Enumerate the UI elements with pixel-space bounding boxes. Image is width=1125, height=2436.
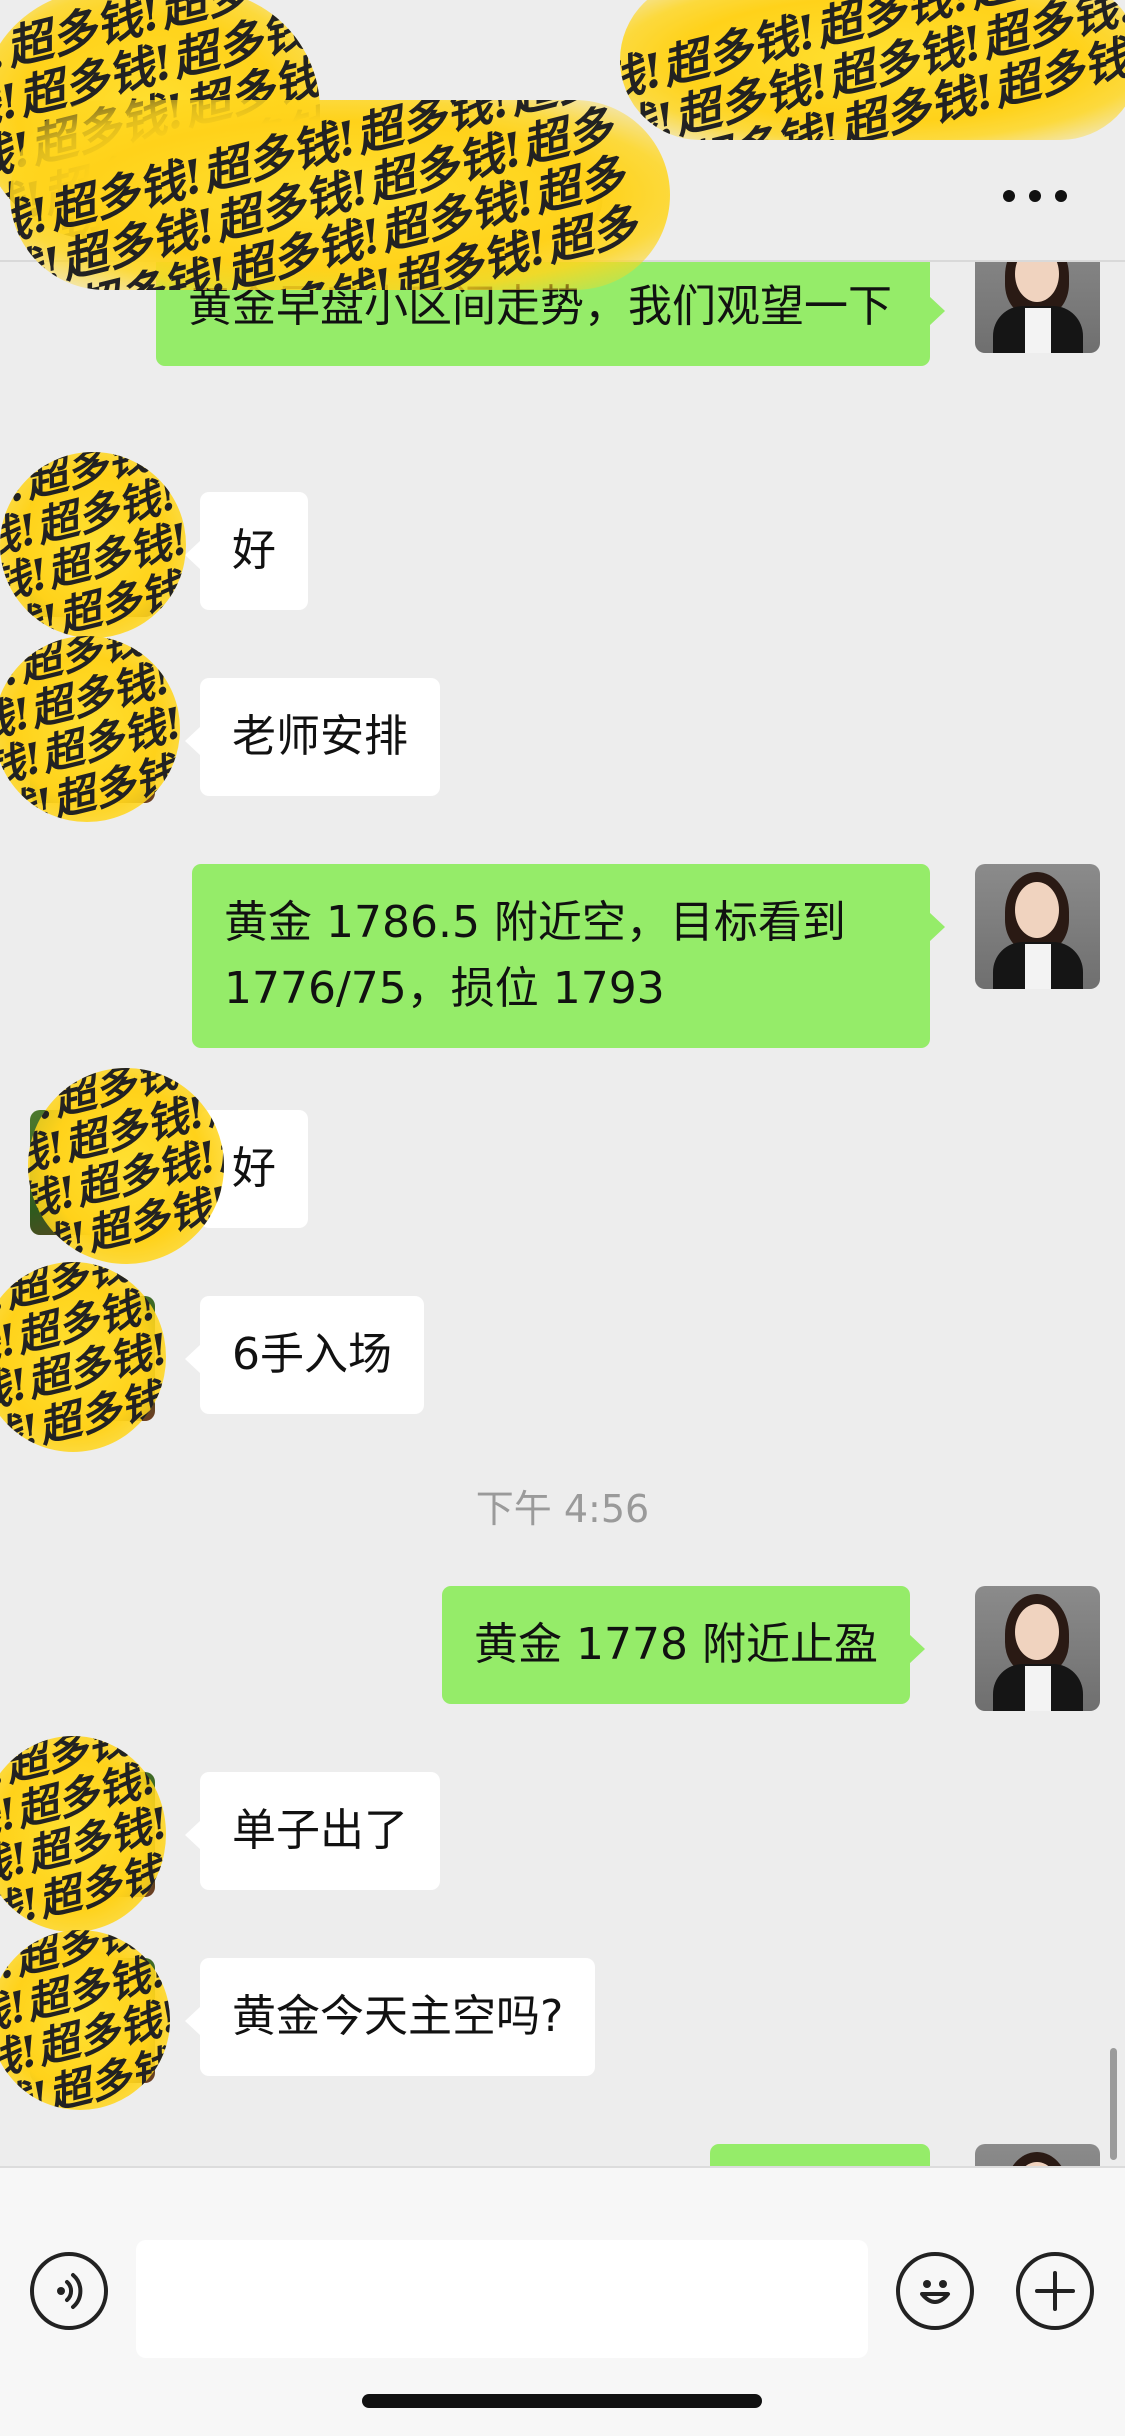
incoming-message[interactable]: 老师安排 bbox=[185, 678, 440, 796]
contact-avatar[interactable] bbox=[30, 1958, 155, 2083]
incoming-message[interactable]: 黄金今天主空吗? bbox=[184, 1958, 596, 2076]
contact-avatar[interactable] bbox=[30, 678, 155, 803]
incoming-message[interactable]: 单子出了 bbox=[185, 1772, 440, 1890]
message-text: 好 bbox=[232, 525, 276, 576]
battery-icon bbox=[969, 54, 1045, 86]
input-bar bbox=[0, 2166, 1125, 2436]
message-text: 黄金早盘小区间走势，我们观望一下 bbox=[188, 281, 892, 332]
wifi-icon bbox=[905, 53, 949, 84]
incoming-message[interactable]: 好 bbox=[185, 1110, 308, 1228]
chat-title: 美金） bbox=[488, 174, 636, 230]
my-avatar[interactable] bbox=[975, 864, 1100, 989]
home-indicator[interactable] bbox=[362, 2394, 762, 2408]
message-text: 单子出了 bbox=[232, 1805, 408, 1856]
message-text: 好 bbox=[232, 1143, 276, 1194]
contact-avatar[interactable] bbox=[30, 1772, 155, 1897]
top-bar: 美金） bbox=[0, 0, 1125, 262]
my-avatar[interactable] bbox=[975, 262, 1100, 353]
contact-avatar[interactable] bbox=[30, 492, 155, 617]
signal-icon bbox=[834, 52, 885, 86]
my-avatar[interactable] bbox=[975, 2144, 1100, 2166]
plus-icon[interactable] bbox=[1016, 2252, 1094, 2330]
scrollbar[interactable] bbox=[1110, 2048, 1117, 2160]
incoming-message[interactable]: 好 bbox=[185, 492, 308, 610]
more-dots-icon[interactable] bbox=[1003, 190, 1067, 202]
message-text: 黄金 1786.5 附近空，目标看到 1776/75，损位 1793 bbox=[224, 897, 846, 1014]
message-text: 6手入场 bbox=[232, 1329, 392, 1380]
message-text: 老师安排 bbox=[232, 711, 408, 762]
chat-message-list[interactable]: 黄金早盘小区间走势，我们观望一下 好 老师安排 黄金 1786.5 附近空，目标… bbox=[0, 262, 1125, 2166]
my-avatar[interactable] bbox=[975, 1586, 1100, 1711]
outgoing-message[interactable]: 黄金 1786.5 附近空，目标看到 1776/75，损位 1793 bbox=[192, 864, 945, 1048]
outgoing-message[interactable]: 黄金早盘小区间走势，我们观望一下 bbox=[156, 262, 945, 366]
outgoing-message[interactable]: 黄金 1778 附近止盈 bbox=[442, 1586, 925, 1704]
message-text: 黄金 1778 附近止盈 bbox=[474, 1619, 878, 1670]
outgoing-message[interactable] bbox=[710, 2144, 930, 2166]
contact-avatar[interactable] bbox=[30, 1296, 155, 1421]
voice-icon[interactable] bbox=[30, 2252, 108, 2330]
message-input[interactable] bbox=[136, 2240, 868, 2358]
incoming-message[interactable]: 6手入场 bbox=[185, 1296, 424, 1414]
emoji-icon[interactable] bbox=[896, 2252, 974, 2330]
contact-avatar[interactable] bbox=[30, 1110, 155, 1235]
status-icons bbox=[834, 52, 1045, 86]
timestamp: 下午 4:56 bbox=[475, 1487, 650, 1531]
message-text: 黄金今天主空吗? bbox=[232, 1991, 564, 2042]
